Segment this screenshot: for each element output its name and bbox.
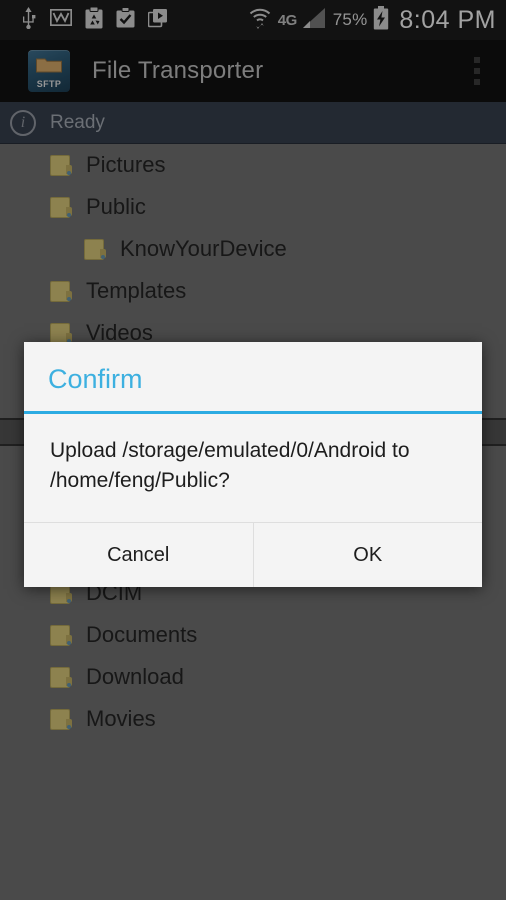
gmail-icon (49, 8, 73, 31)
cancel-button[interactable]: Cancel (24, 523, 253, 587)
signal-bars-icon (302, 7, 327, 33)
list-item-label: Download (86, 664, 184, 689)
list-item-label: KnowYourDevice (120, 236, 287, 261)
android-screen: 4G 75% 8:04 PM SFTP File Transporter i R… (0, 0, 506, 900)
list-item-label: Movies (86, 706, 156, 731)
list-item-label: Public (86, 194, 146, 219)
clipboard-check-icon (116, 7, 135, 33)
list-item[interactable]: Templates (0, 270, 506, 312)
info-icon: i (10, 109, 36, 136)
clock-label: 8:04 PM (399, 5, 496, 34)
overflow-menu-icon[interactable] (462, 49, 492, 93)
app-action-bar: SFTP File Transporter (0, 40, 506, 102)
list-item[interactable]: Download (0, 656, 506, 698)
folder-icon (84, 237, 106, 261)
dialog-title: Confirm (24, 342, 482, 414)
folder-glyph-icon (36, 58, 62, 73)
dialog-button-bar: Cancel OK (24, 523, 482, 587)
battery-charging-icon (373, 5, 389, 35)
folder-icon (50, 623, 72, 647)
list-item-label: Templates (86, 278, 187, 303)
connection-status-strip: i Ready (0, 102, 506, 144)
folder-icon (50, 279, 72, 303)
usb-icon (20, 6, 37, 34)
app-logo-label: SFTP (36, 79, 62, 89)
ok-button[interactable]: OK (252, 523, 483, 587)
list-item[interactable]: Pictures (0, 144, 506, 186)
list-item[interactable]: KnowYourDevice (0, 228, 506, 270)
list-item[interactable]: Public (0, 186, 506, 228)
confirm-dialog: Confirm Upload /storage/emulated/0/Andro… (24, 342, 482, 587)
wifi-icon (248, 7, 272, 34)
status-bar-system-icons: 4G 75% 8:04 PM (248, 5, 496, 35)
list-item[interactable]: Movies (0, 698, 506, 740)
app-title: File Transporter (92, 57, 264, 84)
screen-record-icon (147, 8, 168, 33)
folder-icon (50, 707, 72, 731)
folder-icon (50, 665, 72, 689)
folder-icon (50, 153, 72, 177)
system-status-bar: 4G 75% 8:04 PM (0, 0, 506, 40)
clipboard-recycle-icon (85, 6, 103, 34)
list-item-label: Documents (86, 622, 198, 647)
app-logo-icon: SFTP (28, 50, 70, 92)
battery-percent-label: 75% (332, 10, 368, 29)
list-item[interactable]: Documents (0, 614, 506, 656)
status-bar-notification-icons (20, 6, 168, 34)
list-item-label: Pictures (86, 152, 166, 177)
dialog-message: Upload /storage/emulated/0/Android to /h… (24, 414, 482, 523)
folder-icon (50, 195, 72, 219)
network-type-label: 4G (277, 11, 298, 29)
connection-status-label: Ready (50, 111, 105, 133)
